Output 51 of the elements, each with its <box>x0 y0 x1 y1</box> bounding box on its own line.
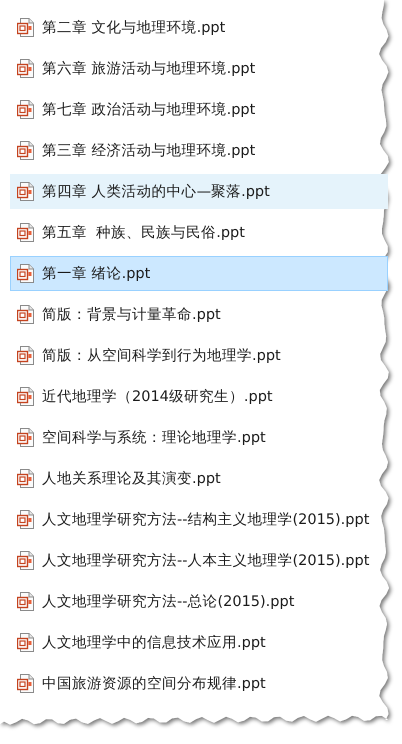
presentation-file-icon <box>17 592 34 611</box>
file-name: 人文地理学研究方法--总论(2015).ppt <box>42 592 294 611</box>
presentation-file-icon <box>17 59 34 78</box>
file-name: 第四章 人类活动的中心—聚落.ppt <box>42 182 270 201</box>
file-name: 人文地理学研究方法--结构主义地理学(2015).ppt <box>42 510 370 529</box>
file-item[interactable]: 第二章 文化与地理环境.ppt <box>10 10 388 45</box>
file-name: 近代地理学（2014级研究生）.ppt <box>42 388 273 406</box>
file-name: 空间科学与系统：理论地理学.ppt <box>42 429 266 447</box>
presentation-file-icon <box>17 387 34 406</box>
file-item[interactable]: 人文地理学研究方法--结构主义地理学(2015).ppt <box>10 502 388 537</box>
file-name: 人文地理学研究方法--人本主义地理学(2015).ppt <box>42 552 370 570</box>
file-name: 简版：从空间科学到行为地理学.ppt <box>42 347 281 365</box>
presentation-file-icon <box>17 182 34 201</box>
file-name: 第七章 政治活动与地理环境.ppt <box>42 100 256 119</box>
file-item[interactable]: 第一章 绪论.ppt <box>10 256 388 291</box>
file-item[interactable]: 人文地理学研究方法--人本主义地理学(2015).ppt <box>10 543 388 578</box>
presentation-file-icon <box>17 428 34 447</box>
file-item[interactable]: 第七章 政治活动与地理环境.ppt <box>10 92 388 127</box>
presentation-file-icon <box>17 100 34 119</box>
file-name: 简版：背景与计量革命.ppt <box>42 306 221 324</box>
presentation-file-icon <box>17 305 34 324</box>
file-name: 第一章 绪论.ppt <box>42 264 150 283</box>
presentation-file-icon <box>17 674 34 693</box>
presentation-file-icon <box>17 18 34 37</box>
file-name: 第三章 经济活动与地理环境.ppt <box>42 142 256 160</box>
file-item[interactable]: 空间科学与系统：理论地理学.ppt <box>10 420 388 455</box>
presentation-file-icon <box>17 469 34 488</box>
file-item[interactable]: 人文地理学研究方法--总论(2015).ppt <box>10 584 388 619</box>
presentation-file-icon <box>17 141 34 160</box>
file-name: 人文地理学中的信息技术应用.ppt <box>42 634 266 652</box>
file-item[interactable]: 人地关系理论及其演变.ppt <box>10 461 388 496</box>
file-item[interactable]: 近代地理学（2014级研究生）.ppt <box>10 379 388 414</box>
file-item[interactable]: 第六章 旅游活动与地理环境.ppt <box>10 51 388 86</box>
file-item[interactable]: 第五章 种族、民族与民俗.ppt <box>10 215 388 250</box>
presentation-file-icon <box>17 510 34 529</box>
file-item[interactable]: 第四章 人类活动的中心—聚落.ppt <box>10 174 388 209</box>
file-name: 第二章 文化与地理环境.ppt <box>42 18 226 37</box>
file-name: 中国旅游资源的空间分布规律.ppt <box>42 675 266 693</box>
presentation-file-icon <box>17 223 34 242</box>
file-item[interactable]: 简版：背景与计量革命.ppt <box>10 297 388 332</box>
presentation-file-icon <box>17 264 34 283</box>
presentation-file-icon <box>17 346 34 365</box>
presentation-file-icon <box>17 633 34 652</box>
file-item[interactable]: 人文地理学中的信息技术应用.ppt <box>10 625 388 660</box>
presentation-file-icon <box>17 551 34 570</box>
file-item[interactable]: 简版：从空间科学到行为地理学.ppt <box>10 338 388 373</box>
file-name: 人地关系理论及其演变.ppt <box>42 470 221 488</box>
file-name: 第五章 种族、民族与民俗.ppt <box>42 224 245 242</box>
file-item[interactable]: 中国旅游资源的空间分布规律.ppt <box>10 666 388 701</box>
file-item[interactable]: 第三章 经济活动与地理环境.ppt <box>10 133 388 168</box>
file-name: 第六章 旅游活动与地理环境.ppt <box>42 60 256 78</box>
